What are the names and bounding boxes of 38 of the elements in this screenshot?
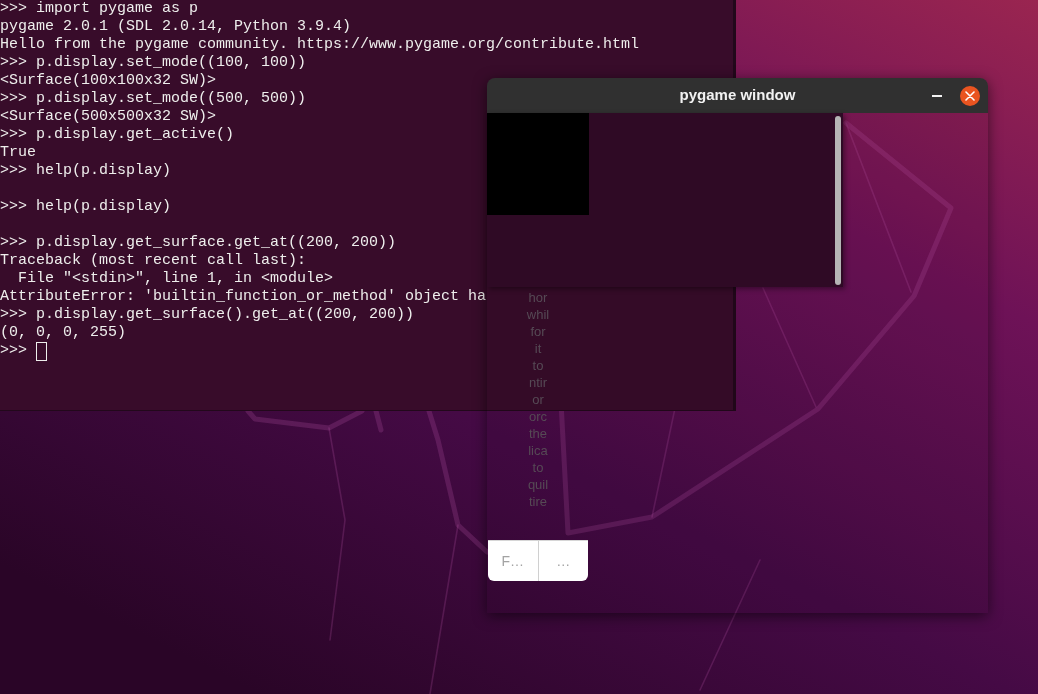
terminal-line: pygame 2.0.1 (SDL 2.0.14, Python 3.9.4) bbox=[0, 18, 352, 36]
terminal-line: File "<stdin>", line 1, in <module> bbox=[17, 270, 334, 288]
close-button[interactable] bbox=[960, 85, 980, 106]
terminal-line: >>> p.display.get_active() bbox=[0, 126, 235, 144]
terminal-line: <Surface(500x500x32 SW)> bbox=[0, 108, 217, 126]
faded-text: whil bbox=[526, 306, 550, 323]
faded-text: quil bbox=[527, 476, 549, 493]
terminal-line: >>> p.display.get_surface.get_at((200, 200)) bbox=[0, 234, 397, 252]
terminal-line: >>> help(p.display) bbox=[0, 162, 172, 180]
dialog-button[interactable]: F… bbox=[488, 541, 539, 581]
terminal-line: <Surface(100x100x32 SW)> bbox=[0, 72, 217, 90]
faded-text: to bbox=[532, 459, 544, 476]
terminal-line: True bbox=[0, 144, 36, 162]
minimize-icon bbox=[932, 94, 942, 97]
terminal-line: >>> p.display.get_surface().get_at((200, 200)) bbox=[0, 306, 415, 324]
terminal-line: >>> help(p.display) bbox=[0, 198, 172, 216]
faded-text: hor bbox=[528, 289, 548, 306]
dialog-button[interactable]: … bbox=[538, 541, 588, 581]
terminal-line: >>> p.display.set_mode((500, 500)) bbox=[0, 90, 307, 108]
terminal-line: Traceback (most recent call last): bbox=[0, 252, 307, 270]
faded-text: for bbox=[530, 323, 546, 340]
close-icon bbox=[965, 90, 975, 101]
terminal-line: >>> bbox=[0, 342, 27, 360]
faded-text: lica bbox=[528, 442, 548, 459]
terminal-line: >>> p.display.set_mode((100, 100)) bbox=[0, 54, 307, 72]
terminal-line: Hello from the pygame community. https://www.pygame.org/contribute.html bbox=[0, 36, 640, 54]
scrollbar-thumb[interactable] bbox=[835, 116, 841, 285]
faded-text: or bbox=[532, 391, 544, 408]
faded-text: ntir bbox=[528, 374, 548, 391]
faded-text: orc bbox=[528, 408, 548, 425]
window-title: pygame window bbox=[679, 85, 796, 106]
faded-text: the bbox=[528, 425, 548, 442]
faded-text: tire bbox=[528, 493, 548, 510]
faded-text: to bbox=[532, 357, 544, 374]
terminal-line: (0, 0, 0, 255) bbox=[0, 324, 127, 342]
faded-text: it bbox=[534, 340, 542, 357]
terminal-line: AttributeError: 'builtin_function_or_method' object ha bbox=[0, 288, 487, 306]
terminal-line: >>> import pygame as p bbox=[0, 0, 199, 18]
